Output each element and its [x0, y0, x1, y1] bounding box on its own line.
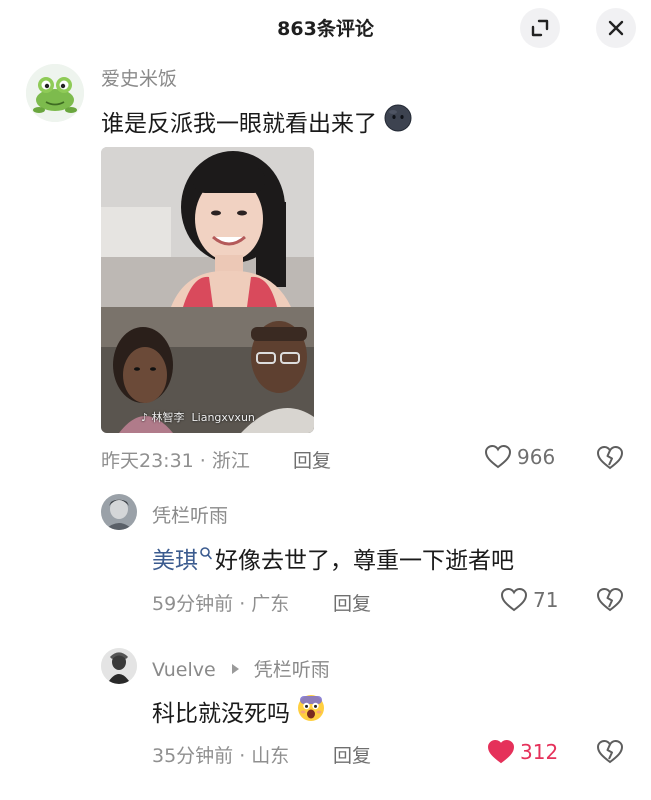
broken-heart-icon [596, 739, 624, 764]
comment-text-2: 美琪 好像去世了，尊重一下逝者吧 [152, 541, 514, 575]
like-button-3[interactable]: 312 [487, 739, 558, 765]
comment-meta-1: 昨天23:31 · 浙江 [101, 450, 250, 472]
heart-filled-icon [487, 739, 515, 764]
image-watermark: ♪ 林智李 Liangxvxun [141, 411, 255, 424]
username-3[interactable]: Vuelve [152, 659, 216, 681]
close-button[interactable] [596, 8, 636, 48]
search-icon [200, 547, 212, 560]
comment-meta-3: 35分钟前 · 山东 [152, 745, 290, 767]
expand-button[interactable] [520, 8, 560, 48]
frog-avatar-icon [26, 64, 84, 122]
like-count-3: 312 [520, 740, 559, 764]
reply-to-username[interactable]: 凭栏听雨 [254, 659, 330, 681]
broken-heart-icon [596, 587, 624, 612]
comments-header: 863条评论 [0, 0, 651, 56]
reply-header-3: Vuelve 凭栏听雨 [152, 655, 330, 682]
close-icon [608, 20, 624, 36]
photo-collage-image [101, 147, 314, 433]
reply-button-3[interactable]: 回复 [333, 741, 371, 768]
comment-image[interactable]: ♪ 林智李 Liangxvxun [101, 147, 314, 433]
dislike-button-3[interactable] [595, 737, 625, 767]
comment-body-2: 好像去世了，尊重一下逝者吧 [215, 548, 514, 574]
watermark-account: 林智李 [151, 411, 185, 424]
expand-icon [531, 19, 549, 37]
watermark-id: Liangxvxun [191, 411, 255, 424]
dislike-button-1[interactable] [595, 443, 625, 473]
broken-heart-icon [596, 445, 624, 470]
avatar-user-1[interactable] [26, 64, 84, 122]
reply-button-1[interactable]: 回复 [293, 446, 331, 473]
like-count-1: 966 [517, 445, 556, 469]
reply-arrow-icon [231, 664, 239, 674]
heart-outline-icon [484, 444, 512, 469]
shocked-face-emoji-icon [296, 693, 326, 729]
username-1[interactable]: 爱史米饭 [101, 64, 177, 91]
comment-body-3: 科比就没死吗 [152, 701, 290, 727]
portrait-avatar-icon [101, 494, 137, 530]
like-button-2[interactable]: 71 [500, 587, 558, 613]
avatar-user-3[interactable] [101, 648, 137, 684]
comment-text-3: 科比就没死吗 [152, 693, 326, 729]
comment-text-1: 谁是反派我一眼就看出来了 [101, 103, 413, 139]
portrait-avatar-icon [101, 648, 137, 684]
dark-face-emoji-icon [383, 103, 413, 139]
like-button-1[interactable]: 966 [484, 444, 555, 470]
heart-outline-icon [500, 587, 528, 612]
mention-link[interactable]: 美琪 [152, 541, 198, 575]
comment-body-1: 谁是反派我一眼就看出来了 [101, 111, 377, 137]
reply-button-2[interactable]: 回复 [333, 589, 371, 616]
like-count-2: 71 [533, 588, 559, 612]
comment-meta-2: 59分钟前 · 广东 [152, 593, 290, 615]
username-2[interactable]: 凭栏听雨 [152, 501, 228, 528]
dislike-button-2[interactable] [595, 585, 625, 615]
avatar-user-2[interactable] [101, 494, 137, 530]
